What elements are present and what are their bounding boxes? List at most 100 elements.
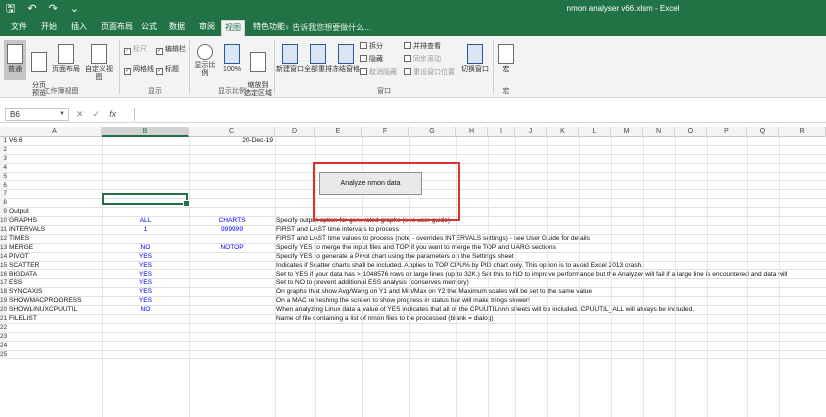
cell-c[interactable]: 20-Dec-19	[189, 137, 273, 146]
cell-c[interactable]	[189, 297, 275, 306]
active-cell-selection[interactable]	[102, 193, 190, 207]
row-header[interactable]: 7	[0, 190, 7, 200]
cell-a[interactable]: MERGE	[9, 244, 101, 253]
cell-b[interactable]: NO	[102, 306, 189, 315]
custom-views-button[interactable]: 自定义视图	[82, 40, 116, 81]
cell-b[interactable]	[102, 182, 189, 191]
tab-page-layout[interactable]: 页面布局	[98, 21, 136, 35]
cell-c[interactable]	[189, 315, 275, 324]
cell-b[interactable]: YES	[102, 288, 189, 297]
cell-b[interactable]	[102, 324, 189, 333]
tab-file[interactable]: 文件	[8, 21, 30, 35]
tab-home[interactable]: 开始	[38, 21, 60, 35]
cell-a[interactable]: SYNCAXIS	[9, 288, 101, 297]
row-header[interactable]: 16	[0, 270, 7, 280]
enter-icon[interactable]: ✓	[93, 108, 101, 120]
cell-b[interactable]	[102, 173, 189, 182]
column-header-c[interactable]: C	[189, 127, 275, 137]
chevron-down-icon[interactable]: ▼	[59, 109, 65, 120]
cell-b[interactable]: YES	[102, 253, 189, 262]
column-header-a[interactable]: A	[8, 127, 102, 137]
cell-a[interactable]: TIMES	[9, 235, 101, 244]
column-header-i[interactable]: I	[488, 127, 515, 137]
cell-b[interactable]: ALL	[102, 217, 189, 226]
cell-d[interactable]	[276, 146, 826, 155]
column-header-g[interactable]: G	[409, 127, 456, 137]
column-header-h[interactable]: H	[456, 127, 488, 137]
cell-a[interactable]	[9, 155, 101, 164]
zoom-100-button[interactable]: 100%	[220, 40, 244, 80]
cell-c[interactable]: CHARTS	[189, 217, 275, 226]
row-header[interactable]: 1	[0, 137, 7, 146]
cell-a[interactable]: BIGDATA	[9, 271, 101, 280]
row-header[interactable]: 18	[0, 288, 7, 298]
page-layout-view-button[interactable]: 页面布局	[52, 40, 80, 80]
tab-insert[interactable]: 插入	[68, 21, 90, 35]
reset-window-position-button[interactable]: 重设窗口位置	[404, 68, 455, 77]
column-header-o[interactable]: O	[675, 127, 707, 137]
cell-a[interactable]: PIVOT	[9, 253, 101, 262]
cell-a[interactable]: INTERVALS	[9, 226, 101, 235]
analyze-nmon-data-button[interactable]: Analyze nmon data	[319, 172, 422, 195]
cell-c[interactable]	[189, 351, 275, 360]
headings-checkbox[interactable]: ✓ 标题	[156, 65, 179, 75]
cell-b[interactable]	[102, 155, 189, 164]
row-header[interactable]: 19	[0, 297, 7, 307]
row-header[interactable]: 20	[0, 306, 7, 315]
name-box[interactable]: B6 ▼	[5, 108, 69, 121]
row-header[interactable]: 3	[0, 154, 7, 164]
row-header[interactable]: 8	[0, 199, 7, 209]
cell-c[interactable]	[189, 342, 275, 351]
column-header-n[interactable]: N	[643, 127, 675, 137]
row-header[interactable]: 9	[0, 208, 7, 218]
cell-c[interactable]: 999999	[189, 226, 275, 235]
cell-c[interactable]	[189, 173, 275, 182]
cell-d[interactable]	[276, 137, 826, 146]
row-header[interactable]: 13	[0, 243, 7, 253]
cell-a[interactable]	[9, 164, 101, 173]
cell-c[interactable]	[189, 279, 275, 288]
row-header[interactable]: 5	[0, 172, 7, 182]
row-header[interactable]: 10	[0, 217, 7, 226]
cell-a[interactable]	[9, 333, 101, 342]
cell-d[interactable]	[276, 342, 826, 351]
tab-view[interactable]: 视图	[221, 20, 245, 36]
cell-d[interactable]	[276, 351, 826, 360]
macros-button[interactable]: 宏	[496, 40, 516, 80]
cell-d[interactable]: Indicates if Scatter charts shall be inc…	[276, 262, 826, 271]
column-header-f[interactable]: F	[362, 127, 409, 137]
hide-button[interactable]: 隐藏	[360, 55, 383, 64]
cell-c[interactable]	[189, 199, 275, 208]
arrange-all-button[interactable]: 全部重排	[304, 40, 332, 80]
column-header-j[interactable]: J	[515, 127, 547, 137]
cell-a[interactable]: SHOWMACPROGRESS	[9, 297, 101, 306]
row-header[interactable]: 17	[0, 279, 7, 289]
cell-b[interactable]: 1	[102, 226, 189, 235]
cell-c[interactable]	[189, 324, 275, 333]
cell-c[interactable]	[189, 208, 275, 217]
row-header[interactable]: 25	[0, 350, 7, 360]
cell-d[interactable]: When analyzing Linux data a value of YES…	[276, 306, 826, 315]
gridlines-checkbox[interactable]: ✓ 网格线	[124, 65, 154, 75]
cell-b[interactable]	[102, 351, 189, 360]
cell-b[interactable]	[102, 164, 189, 173]
cell-b[interactable]	[102, 315, 189, 324]
unhide-button[interactable]: 取消隐藏	[360, 68, 397, 77]
split-button[interactable]: 拆分	[360, 42, 383, 51]
cell-b[interactable]: YES	[102, 262, 189, 271]
column-header-m[interactable]: M	[611, 127, 643, 137]
row-header[interactable]: 14	[0, 252, 7, 262]
cell-a[interactable]	[9, 351, 101, 360]
row-header[interactable]: 11	[0, 226, 7, 235]
cell-c[interactable]	[189, 155, 275, 164]
cell-d[interactable]: On a MAC refreshing the screen to show p…	[276, 297, 826, 306]
sync-scroll-button[interactable]: 同步滚动	[404, 55, 441, 64]
insert-function-icon[interactable]: fx	[109, 108, 116, 120]
zoom-button[interactable]: 显示比例	[192, 40, 218, 80]
row-header[interactable]: 15	[0, 261, 7, 271]
cell-a[interactable]: FILELIST	[9, 315, 101, 324]
cell-b[interactable]: YES	[102, 297, 189, 306]
tab-data[interactable]: 数据	[166, 21, 188, 35]
cell-a[interactable]: SHOWLINUXCPUUTIL	[9, 306, 101, 315]
cell-a[interactable]: Output	[9, 208, 101, 217]
